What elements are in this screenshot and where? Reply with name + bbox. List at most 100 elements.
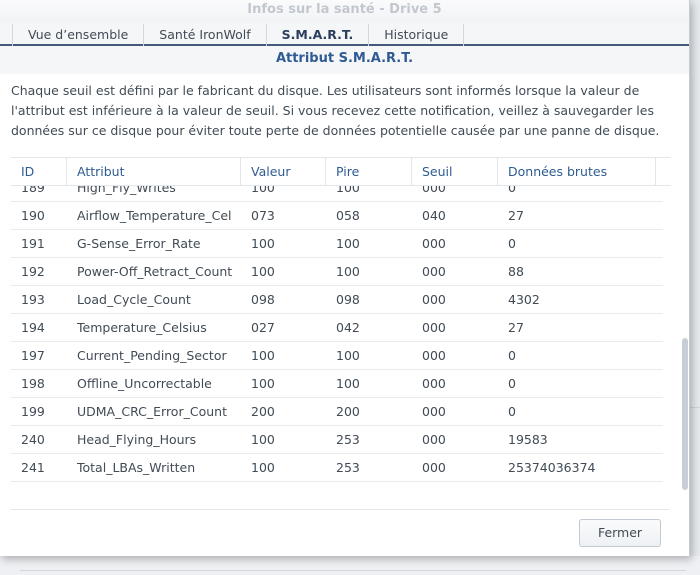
cell-attr: G-Sense_Error_Rate (77, 236, 201, 251)
cell-val: 100 (251, 376, 275, 391)
background-page-bottom (0, 556, 700, 575)
table-row[interactable]: 240 Head_Flying_Hours 100 253 000 19583 (11, 426, 663, 454)
column-header-threshold[interactable]: Seuil (412, 158, 498, 185)
cell-id: 197 (21, 348, 45, 363)
cell-id: 240 (21, 432, 45, 447)
cell-raw: 0 (508, 404, 516, 419)
close-button[interactable]: Fermer (579, 519, 661, 547)
cell-id: 199 (21, 404, 45, 419)
cell-val: 100 (251, 432, 275, 447)
cell-worst: 200 (336, 404, 360, 419)
cell-worst: 253 (336, 432, 360, 447)
cell-worst: 100 (336, 348, 360, 363)
cell-val: 073 (251, 208, 275, 223)
cell-raw: 27 (508, 320, 524, 335)
cell-attr: Power-Off_Retract_Count (77, 264, 233, 279)
table-row[interactable]: 241 Total_LBAs_Written 100 253 000 2537403637… (11, 454, 663, 482)
table-body-viewport[interactable]: 189 High_Fly_Writes 100 100 000 0 190 Airflow_T… (11, 186, 663, 490)
cell-attr: High_Fly_Writes (77, 186, 176, 195)
cell-raw: 25374036374 (508, 460, 596, 475)
cell-worst: 253 (336, 460, 360, 475)
cell-attr: Current_Pending_Sector (77, 348, 227, 363)
cell-thr: 000 (422, 320, 446, 335)
cell-val: 100 (251, 264, 275, 279)
cell-thr: 000 (422, 432, 446, 447)
cell-id: 191 (21, 236, 45, 251)
table-row[interactable]: 194 Temperature_Celsius 027 042 000 27 (11, 314, 663, 342)
description-line: l'attribut est inférieure à la valeur de… (11, 103, 654, 118)
cell-thr: 000 (422, 292, 446, 307)
cell-raw: 4302 (508, 292, 540, 307)
cell-attr: UDMA_CRC_Error_Count (77, 404, 227, 419)
cell-id: 241 (21, 460, 45, 475)
cell-worst: 100 (336, 236, 360, 251)
column-header-attribute[interactable]: Attribut (67, 158, 241, 185)
table-row[interactable]: 198 Offline_Uncorrectable 100 100 000 0 (11, 370, 663, 398)
background-divider (20, 570, 686, 571)
cell-val: 200 (251, 404, 275, 419)
column-header-worst[interactable]: Pire (326, 158, 412, 185)
column-header-spacer (656, 158, 671, 185)
cell-attr: Total_LBAs_Written (77, 460, 196, 475)
cell-thr: 040 (422, 208, 446, 223)
tab-history[interactable]: Historique (368, 24, 465, 46)
tab-smart[interactable]: S.M.A.R.T. (265, 24, 369, 46)
smart-description: Chaque seuil est défini par le fabricant… (0, 74, 689, 150)
cell-raw: 19583 (508, 432, 548, 447)
table-body: 189 High_Fly_Writes 100 100 000 0 190 Airflow_T… (11, 186, 663, 482)
dialog-title: Infos sur la santé - Drive 5 (0, 0, 689, 22)
column-header-id[interactable]: ID (11, 158, 67, 185)
cell-raw: 0 (508, 236, 516, 251)
description-line: données sur ce disque pour éviter toute … (11, 123, 660, 138)
cell-id: 198 (21, 376, 45, 391)
cell-worst: 042 (336, 320, 360, 335)
cell-id: 189 (21, 186, 45, 195)
cell-val: 100 (251, 186, 275, 195)
table-row[interactable]: 192 Power-Off_Retract_Count 100 100 000 88 (11, 258, 663, 286)
vertical-scrollbar-track[interactable] (663, 186, 671, 490)
cell-attr: Load_Cycle_Count (77, 292, 191, 307)
cell-thr: 000 (422, 264, 446, 279)
cell-attr: Airflow_Temperature_Cel (77, 208, 232, 223)
tab-overview[interactable]: Vue d’ensemble (12, 24, 143, 46)
table-row[interactable]: 190 Airflow_Temperature_Cel 073 058 040 27 (11, 202, 663, 230)
cell-val: 100 (251, 348, 275, 363)
table-row[interactable]: 199 UDMA_CRC_Error_Count 200 200 000 0 (11, 398, 663, 426)
footer-divider (11, 509, 669, 510)
cell-val: 100 (251, 460, 275, 475)
cell-attr: Temperature_Celsius (77, 320, 207, 335)
table-row[interactable]: 191 G-Sense_Error_Rate 100 100 000 0 (11, 230, 663, 258)
cell-raw: 0 (508, 186, 516, 195)
description-line: Chaque seuil est défini par le fabricant… (11, 83, 640, 98)
cell-thr: 000 (422, 236, 446, 251)
cell-worst: 058 (336, 208, 360, 223)
cell-worst: 100 (336, 376, 360, 391)
cell-raw: 0 (508, 348, 516, 363)
cell-thr: 000 (422, 460, 446, 475)
cell-val: 027 (251, 320, 275, 335)
smart-attributes-table: ID Attribut Valeur Pire Seuil Données br… (11, 157, 671, 490)
tab-ironwolf-health[interactable]: Santé IronWolf (143, 24, 265, 46)
vertical-scrollbar-thumb[interactable] (682, 338, 688, 490)
cell-thr: 000 (422, 348, 446, 363)
table-row[interactable]: 189 High_Fly_Writes 100 100 000 0 (11, 186, 663, 202)
cell-id: 193 (21, 292, 45, 307)
cell-worst: 098 (336, 292, 360, 307)
cell-worst: 100 (336, 186, 360, 195)
section-title: Attribut S.M.A.R.T. (0, 46, 689, 74)
cell-val: 100 (251, 236, 275, 251)
cell-val: 098 (251, 292, 275, 307)
column-header-value[interactable]: Valeur (241, 158, 326, 185)
cell-raw: 88 (508, 264, 524, 279)
cell-id: 194 (21, 320, 45, 335)
table-row[interactable]: 193 Load_Cycle_Count 098 098 000 4302 (11, 286, 663, 314)
cell-id: 192 (21, 264, 45, 279)
cell-thr: 000 (422, 404, 446, 419)
cell-thr: 000 (422, 376, 446, 391)
table-row[interactable]: 197 Current_Pending_Sector 100 100 000 0 (11, 342, 663, 370)
table-header: ID Attribut Valeur Pire Seuil Données br… (11, 158, 671, 186)
cell-thr: 000 (422, 186, 446, 195)
health-info-dialog: Infos sur la santé - Drive 5 Vue d’ensem… (0, 0, 690, 556)
column-header-raw-data[interactable]: Données brutes (498, 158, 656, 185)
cell-id: 190 (21, 208, 45, 223)
